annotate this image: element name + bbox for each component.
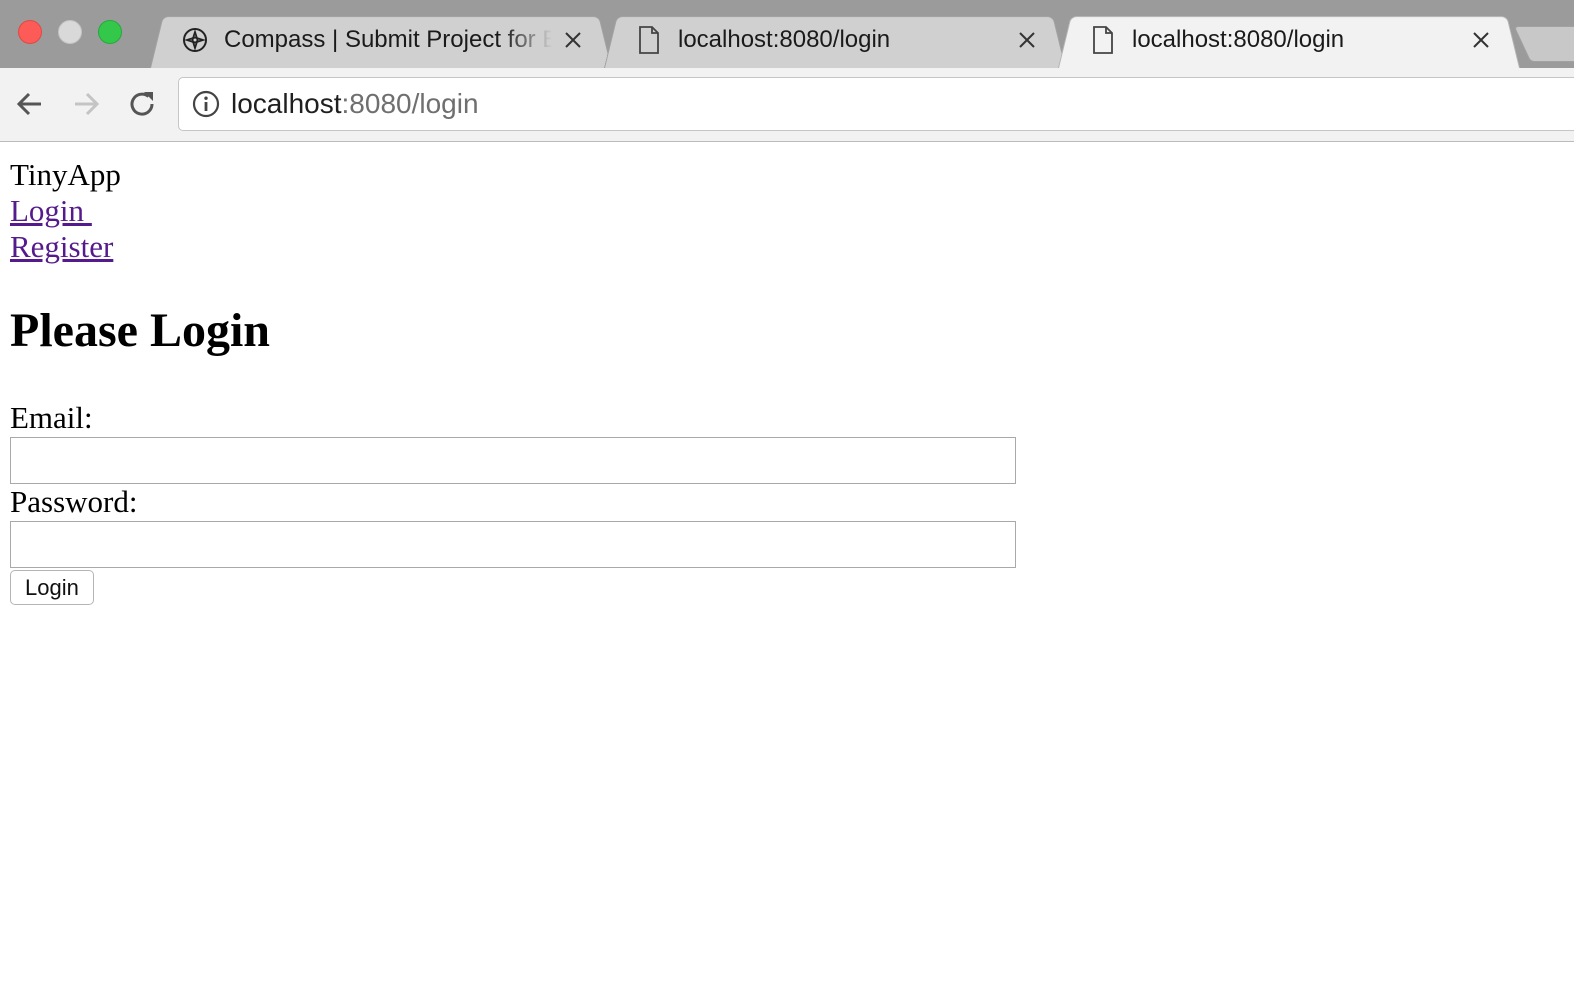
page-content: TinyApp Login Register Please Login Emai…: [0, 143, 1574, 1000]
back-arrow-icon: [16, 92, 41, 116]
register-link[interactable]: Register: [10, 229, 113, 265]
back-button[interactable]: [10, 84, 50, 124]
browser-tab-login-2[interactable]: localhost:8080/login: [1058, 12, 1520, 68]
password-field[interactable]: [10, 521, 1016, 568]
window-maximize-button[interactable]: [98, 20, 122, 44]
new-tab-button[interactable]: [1513, 26, 1574, 62]
tab-title: localhost:8080/login: [1132, 26, 1345, 53]
window-close-button[interactable]: [18, 20, 42, 44]
url-path: :8080/login: [341, 88, 479, 119]
email-field[interactable]: [10, 437, 1016, 484]
info-icon[interactable]: [191, 89, 221, 119]
tab-close-icon[interactable]: [1470, 29, 1492, 51]
browser-tab-bar: Compass | Submit Project for E localhost…: [0, 0, 1574, 68]
browser-toolbar: localhost:8080/login: [0, 68, 1574, 142]
email-label: Email:: [10, 400, 93, 435]
page-icon: [1090, 26, 1116, 54]
window-minimize-button[interactable]: [58, 20, 82, 44]
tab-close-icon[interactable]: [1016, 29, 1038, 51]
browser-tab-login-1[interactable]: localhost:8080/login: [604, 12, 1066, 68]
browser-tab-compass[interactable]: Compass | Submit Project for E: [150, 12, 612, 68]
forward-button[interactable]: [66, 84, 106, 124]
password-label: Password:: [10, 484, 138, 519]
tab-title: Compass | Submit Project for E: [224, 26, 552, 53]
app-brand: TinyApp: [10, 157, 121, 192]
forward-arrow-icon: [75, 92, 100, 116]
page-title: Please Login: [10, 304, 270, 357]
tab-title: localhost:8080/login: [678, 26, 891, 53]
compass-icon: [182, 26, 208, 54]
reload-button[interactable]: [122, 84, 162, 124]
address-bar[interactable]: localhost:8080/login: [178, 77, 1574, 131]
login-submit-button[interactable]: Login: [10, 570, 94, 605]
login-link[interactable]: Login: [10, 193, 92, 229]
url-host: localhost: [231, 88, 342, 119]
page-icon: [636, 26, 662, 54]
reload-icon: [130, 92, 154, 116]
tab-close-icon[interactable]: [562, 29, 584, 51]
